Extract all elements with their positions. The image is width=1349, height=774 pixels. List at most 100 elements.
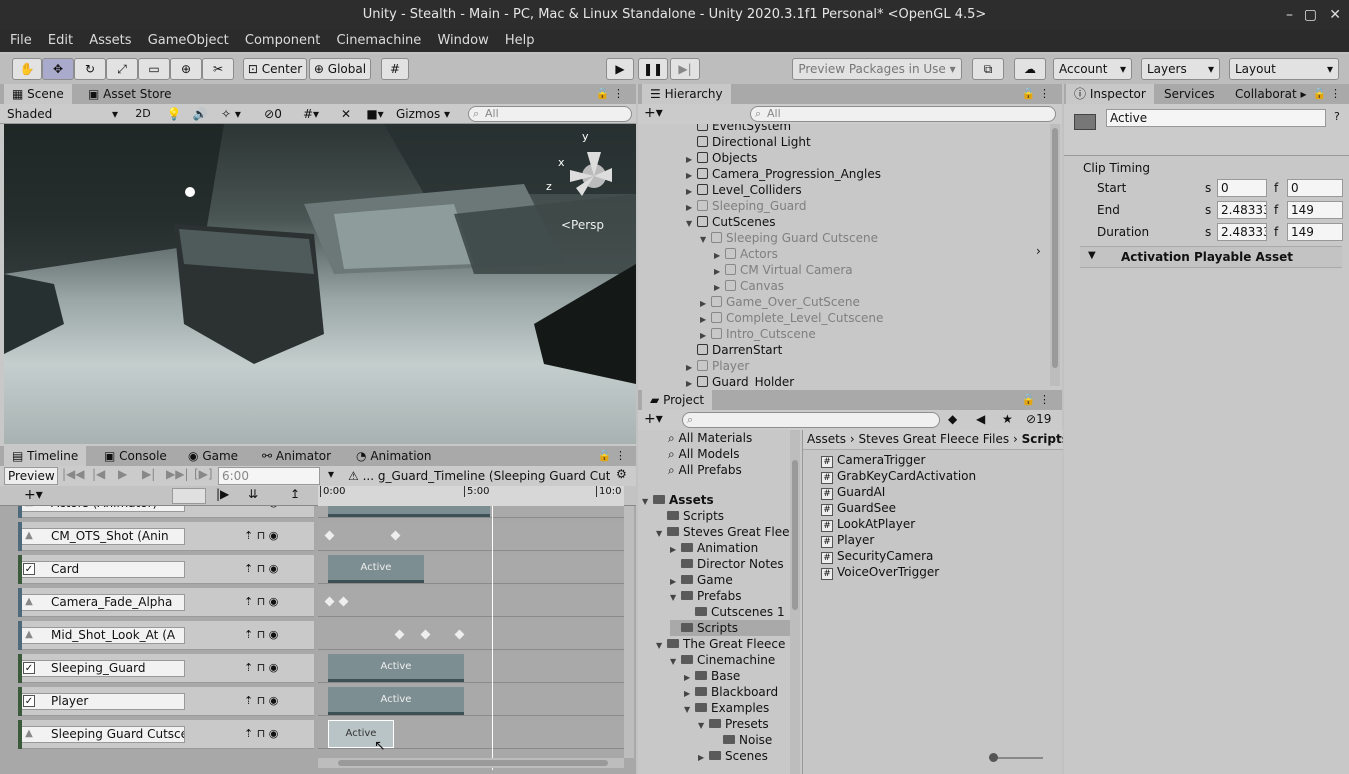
script-file-item[interactable]: # SecurityCamera — [821, 548, 933, 564]
tab-asset-store[interactable]: ▣ Asset Store — [80, 84, 180, 104]
playhead-line[interactable] — [492, 506, 493, 770]
foldout-arrow-icon[interactable]: ▼ — [700, 232, 711, 248]
timeline-play-icon[interactable]: ▶ — [118, 467, 127, 481]
duration-frames-field[interactable]: 149 — [1287, 223, 1343, 241]
camera-icon[interactable]: ■▾ — [360, 105, 390, 123]
prev-frame-icon[interactable]: |◀ — [92, 467, 105, 481]
settings-icon[interactable]: ⚙ — [616, 467, 627, 481]
breadcrumb-item[interactable]: Scripts — [1022, 432, 1063, 446]
next-frame-icon[interactable]: ▶| — [142, 467, 155, 481]
foldout-arrow-icon[interactable]: ▶ — [698, 750, 709, 766]
close-icon[interactable]: ✕ — [1329, 0, 1341, 30]
timeline-clip[interactable]: Active — [328, 654, 464, 682]
grid-snap-icon[interactable]: # — [381, 58, 409, 80]
move-tool-icon[interactable]: ✥ — [42, 58, 74, 80]
custom-tool-icon[interactable]: ✂ — [202, 58, 234, 80]
hidden-objects-icon[interactable]: ⊘0 — [258, 105, 288, 123]
asset-dropdown-icon[interactable]: ▾ — [328, 467, 334, 481]
script-file-item[interactable]: # Player — [821, 532, 874, 548]
track-header[interactable]: Player ⇡ ⊓ ◉ — [20, 687, 314, 716]
menu-component[interactable]: Component — [239, 30, 326, 52]
hierarchy-search-input[interactable]: ⌕ All — [750, 106, 1056, 122]
tab-animation[interactable]: ◔ Animation — [348, 446, 440, 466]
hierarchy-item[interactable]: DarrenStart — [686, 342, 782, 358]
foldout-arrow-icon[interactable]: ▼ — [642, 494, 653, 510]
tab-project[interactable]: ▰ Project — [642, 390, 713, 410]
preview-toggle[interactable]: Preview — [4, 467, 58, 485]
end-frames-field[interactable]: 149 — [1287, 201, 1343, 219]
track-active-checkbox[interactable]: ✓ — [23, 695, 35, 707]
folder-item[interactable]: Director Notes — [670, 556, 784, 572]
panel-menu-icon[interactable]: 🔒 ⋮ — [1014, 390, 1058, 410]
script-file-item[interactable]: # GuardAI — [821, 484, 885, 500]
timeline-clip[interactable]: GetCardAnimation — [328, 506, 490, 517]
hidden-packages-icon[interactable]: ⊘19 — [1026, 412, 1051, 426]
zoom-slider[interactable] — [989, 753, 1043, 762]
tab-inspector[interactable]: ⓘ Inspector — [1066, 84, 1154, 104]
effects-icon[interactable]: ✧ ▾ — [216, 105, 246, 123]
project-search-input[interactable]: ⌕ — [682, 412, 940, 428]
help-icon[interactable]: ? — [1334, 110, 1340, 123]
track-header[interactable]: Mid_Shot_Look_At (A ⇡ ⊓ ◉ — [20, 621, 314, 650]
folder-item[interactable]: Noise — [712, 732, 772, 748]
scene-viewport[interactable]: y x z <Persp — [4, 124, 636, 444]
track-row[interactable] — [318, 588, 624, 617]
pivot-center-button[interactable]: ⊡ Center — [243, 58, 307, 80]
end-seconds-field[interactable]: 2.48333 — [1217, 201, 1267, 219]
hierarchy-item[interactable]: ▶ Guard_Holder — [686, 374, 794, 388]
panel-menu-icon[interactable]: 🔒 ⋮ — [1305, 84, 1349, 104]
track-header[interactable]: Sleeping_Guard ⇡ ⊓ ◉ — [20, 654, 314, 683]
track-header[interactable]: CM_OTS_Shot (Anin ⇡ ⊓ ◉ — [20, 522, 314, 551]
script-file-item[interactable]: # LookAtPlayer — [821, 516, 915, 532]
tab-hierarchy[interactable]: ☰ Hierarchy — [642, 84, 731, 104]
foldout-arrow-icon[interactable]: ▼ — [670, 590, 681, 606]
layout-dropdown[interactable]: Layout ▾ — [1229, 58, 1339, 80]
step-icon[interactable]: ▶| — [670, 58, 700, 80]
tools-icon[interactable]: ✕ — [336, 105, 356, 123]
track-active-checkbox[interactable]: ✓ — [23, 563, 35, 575]
script-file-item[interactable]: # GrabKeyCardActivation — [821, 468, 976, 484]
tab-console[interactable]: ▣ Console — [96, 446, 175, 466]
favorite-item[interactable]: ⌕ All Materials — [668, 430, 752, 446]
duration-seconds-field[interactable]: 2.48333 — [1217, 223, 1267, 241]
favorite-item[interactable]: ⌕ All Models — [668, 446, 740, 462]
timeline-clip[interactable]: Active — [328, 687, 464, 715]
snap-icon[interactable]: ↥ — [290, 487, 300, 501]
panel-menu-icon[interactable]: 🔒 ⋮ — [588, 84, 632, 104]
object-name-field[interactable]: Active — [1106, 109, 1326, 127]
track-controls-icon[interactable]: ⇡ ⊓ ◉ — [244, 529, 278, 542]
favorite-item[interactable]: ⌕ All Prefabs — [668, 462, 742, 478]
foldout-arrow-icon[interactable]: ▼ — [686, 216, 697, 232]
foldout-arrow-icon[interactable]: ▼ — [698, 718, 709, 734]
tab-services[interactable]: Services — [1156, 84, 1223, 104]
project-tree-scrollbar[interactable] — [790, 430, 800, 774]
track-controls-icon[interactable]: ⇡ ⊓ ◉ — [244, 628, 278, 641]
track-header[interactable]: Card ⇡ ⊓ ◉ — [20, 555, 314, 584]
track-header[interactable]: Actors (Animator) ⇡ ⊓ ◉ — [20, 506, 314, 518]
favorite-icon[interactable]: ★ — [1002, 412, 1013, 426]
add-track-icon[interactable]: +▾ — [24, 487, 43, 503]
scene-search-input[interactable]: ⌕ All — [468, 106, 632, 122]
track-row[interactable] — [318, 522, 624, 551]
menu-help[interactable]: Help — [499, 30, 541, 52]
folder-item[interactable]: Cutscenes 1 — [684, 604, 785, 620]
hierarchy-item[interactable]: EventSystem — [686, 124, 791, 134]
chevron-right-icon[interactable]: › — [1036, 244, 1041, 258]
script-file-item[interactable]: # GuardSee — [821, 500, 896, 516]
breadcrumb-item[interactable]: Assets — [807, 432, 846, 446]
track-controls-icon[interactable]: ⇡ ⊓ ◉ — [244, 506, 278, 509]
track-controls-icon[interactable]: ⇡ ⊓ ◉ — [244, 595, 278, 608]
breadcrumb-item[interactable]: Steves Great Fleece Files — [859, 432, 1010, 446]
filter-label-icon[interactable]: ◀ — [976, 412, 985, 426]
timeline-hscrollbar[interactable] — [318, 758, 624, 768]
script-file-item[interactable]: # VoiceOverTrigger — [821, 564, 939, 580]
foldout-arrow-icon[interactable]: ▼ — [684, 702, 695, 718]
panel-menu-icon[interactable]: 🔒 ⋮ — [1014, 84, 1058, 104]
account-dropdown[interactable]: Account ▾ — [1053, 58, 1132, 80]
goto-end-icon[interactable]: ▶▶| — [166, 467, 189, 481]
pivot-global-button[interactable]: ⊕ Global — [309, 58, 371, 80]
filter-type-icon[interactable]: ◆ — [948, 412, 957, 426]
clip-edit-mode-icon[interactable]: |▶ — [216, 487, 229, 501]
track-controls-icon[interactable]: ⇡ ⊓ ◉ — [244, 727, 278, 740]
shading-dropdown[interactable]: Shaded ▾ — [2, 105, 122, 123]
